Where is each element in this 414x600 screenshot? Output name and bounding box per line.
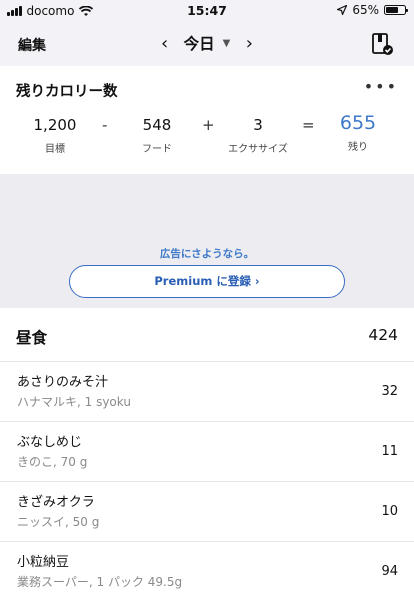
food-name: あさりのみそ汁 — [17, 375, 109, 390]
food-detail: きのこ, 70 g — [17, 455, 88, 469]
calories-title: 残りカロリー数 — [16, 84, 118, 100]
food-calories: 94 — [381, 564, 398, 579]
food-name: ぶなしめじ — [17, 435, 83, 450]
goal-column: 1,200 目標 — [28, 116, 82, 155]
exercise-value: 3 — [253, 116, 263, 134]
ad-text[interactable]: 広告にさようなら。 — [0, 246, 414, 261]
remaining-value: 655 — [339, 112, 377, 134]
more-options-button[interactable]: ••• — [364, 77, 398, 96]
remaining-calories-card: 残りカロリー数 ••• 1,200 目標 - 548 フード + 3 エクササイ… — [0, 66, 414, 174]
food-calories: 11 — [381, 444, 398, 459]
plus-operator: + — [202, 116, 215, 134]
food-item[interactable]: きざみオクラ ニッスイ, 50 g 10 — [0, 482, 414, 542]
food-label: フード — [142, 144, 172, 155]
diary-complete-icon[interactable] — [370, 32, 394, 56]
food-calories: 10 — [381, 504, 398, 519]
status-right: 65% — [337, 3, 408, 17]
prev-day-button[interactable]: ‹ — [158, 33, 172, 54]
chevron-down-icon[interactable]: ▼ — [223, 38, 231, 49]
remaining-label: 残り — [348, 142, 368, 153]
food-item[interactable]: あさりのみそ汁 ハナマルキ, 1 syoku 32 — [0, 362, 414, 422]
goal-label: 目標 — [45, 144, 65, 155]
food-item[interactable]: 小粒納豆 業務スーパー, 1 パック 49.5g 94 — [0, 542, 414, 600]
nav-bar: 編集 ‹ 今日 ▼ › — [0, 22, 414, 66]
exercise-column: 3 エクササイズ — [218, 116, 298, 155]
food-detail: 業務スーパー, 1 パック 49.5g — [17, 575, 183, 589]
meal-header[interactable]: 昼食 424 — [0, 308, 414, 362]
premium-signup-button[interactable]: Premium に登録 › — [69, 265, 345, 298]
ad-banner: 広告にさようなら。 Premium に登録 › — [0, 174, 414, 308]
next-day-button[interactable]: › — [242, 33, 256, 54]
exercise-label: エクササイズ — [228, 144, 288, 155]
food-detail: ハナマルキ, 1 syoku — [17, 395, 131, 409]
goal-value: 1,200 — [33, 116, 77, 134]
food-name: 小粒納豆 — [17, 555, 70, 570]
food-column: 548 フード — [128, 116, 186, 155]
food-calories: 32 — [381, 384, 398, 399]
food-item[interactable]: ぶなしめじ きのこ, 70 g 11 — [0, 422, 414, 482]
food-value: 548 — [142, 116, 172, 134]
minus-operator: - — [102, 116, 108, 134]
food-name: きざみオクラ — [17, 495, 95, 510]
date-selector: ‹ 今日 ▼ › — [0, 32, 414, 54]
equals-operator: = — [302, 116, 315, 134]
remaining-column: 655 残り — [330, 112, 386, 153]
meal-title: 昼食 — [16, 329, 48, 347]
status-bar: docomo 15:47 65% — [0, 0, 414, 22]
battery-percent: 65% — [352, 3, 379, 17]
battery-icon — [384, 5, 408, 15]
date-label[interactable]: 今日 — [184, 32, 215, 54]
location-icon — [337, 5, 348, 15]
food-detail: ニッスイ, 50 g — [17, 515, 100, 529]
meal-total-calories: 424 — [368, 326, 398, 344]
